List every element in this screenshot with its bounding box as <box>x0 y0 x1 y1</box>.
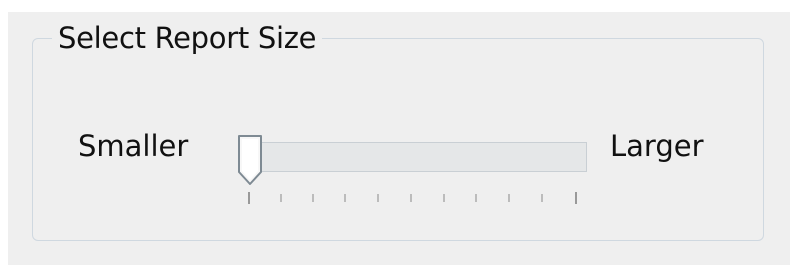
slider-ticks <box>248 192 577 204</box>
group-title: Select Report Size <box>52 20 323 56</box>
slider-min-label: Smaller <box>78 129 189 163</box>
report-size-slider-thumb[interactable] <box>236 134 264 186</box>
report-size-slider-track[interactable] <box>240 142 587 172</box>
slider-max-label: Larger <box>610 129 704 163</box>
report-size-panel: Select Report Size Smaller Larger <box>8 12 790 265</box>
